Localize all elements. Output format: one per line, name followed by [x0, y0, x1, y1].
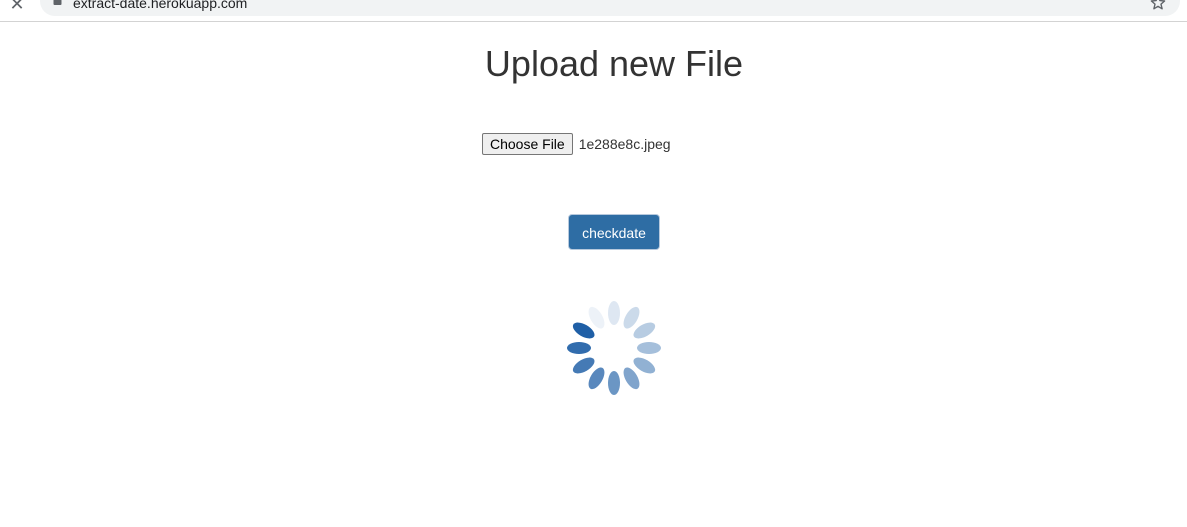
browser-toolbar: ✕ extract-date.herokuapp.com — [0, 0, 1187, 22]
address-bar[interactable]: extract-date.herokuapp.com — [40, 0, 1180, 16]
spinner-petal — [608, 371, 620, 395]
url-text: extract-date.herokuapp.com — [73, 0, 248, 11]
selected-file-name: 1e288e8c.jpeg — [578, 136, 671, 152]
lock-icon — [53, 0, 62, 5]
file-input-row: Choose File 1e288e8c.jpeg — [482, 133, 671, 155]
checkdate-button[interactable]: checkdate — [568, 214, 660, 250]
choose-file-button[interactable]: Choose File — [482, 133, 573, 155]
spinner-petal — [567, 342, 591, 354]
spinner-petal — [608, 301, 620, 325]
spinner-petal — [637, 342, 661, 354]
page-title: Upload new File — [484, 43, 744, 84]
close-icon[interactable]: ✕ — [8, 0, 26, 14]
star-icon[interactable] — [1150, 0, 1166, 11]
loading-spinner-icon — [567, 301, 661, 395]
